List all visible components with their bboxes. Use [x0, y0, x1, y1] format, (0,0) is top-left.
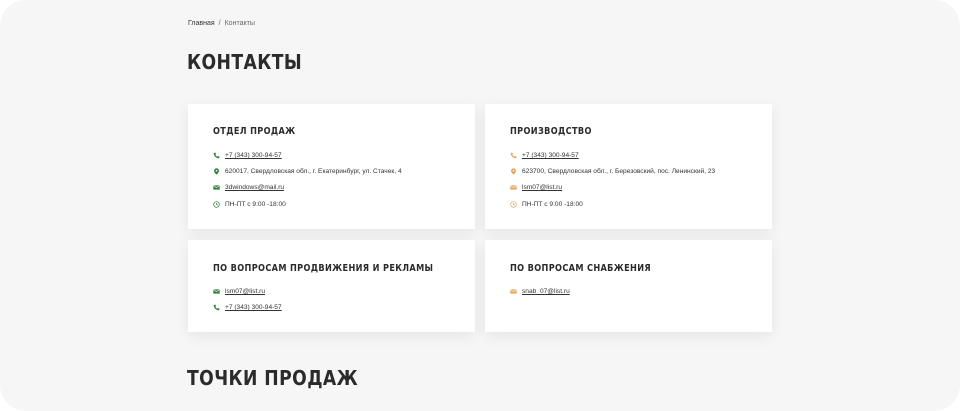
card-title: ПРОИЗВОДСТВО: [510, 126, 592, 137]
location-pin-icon: [213, 168, 220, 175]
card-production: ПРОИЗВОДСТВО +7 (343) 300-94-57 623700, …: [485, 104, 772, 229]
email-link[interactable]: lsm07@list.ru: [522, 184, 562, 191]
mail-icon: [510, 288, 517, 295]
phone-row: +7 (343) 300-94-57: [213, 152, 282, 159]
phone-icon: [213, 304, 220, 311]
hours-text: ПН-ПТ с 9:00 -18:00: [522, 201, 583, 208]
phone-link[interactable]: +7 (343) 300-94-57: [522, 152, 579, 159]
phone-link[interactable]: +7 (343) 300-94-57: [225, 152, 282, 159]
email-link[interactable]: lsm07@list.ru: [225, 288, 265, 295]
address-row: 623700, Свердловская обл., г. Березовски…: [510, 168, 715, 175]
email-row: lsm07@list.ru: [213, 288, 265, 295]
address-row: 620017, Свердловская обл., г. Екатеринбу…: [213, 168, 402, 175]
phone-row: +7 (343) 300-94-57: [213, 304, 282, 311]
section-title-sales-points: ТОЧКИ ПРОДАЖ: [187, 366, 359, 390]
card-title: ПО ВОПРОСАМ ПРОДВИЖЕНИЯ И РЕКЛАМЫ: [213, 263, 434, 274]
card-sales-department: ОТДЕЛ ПРОДАЖ +7 (343) 300-94-57 620017, …: [188, 104, 475, 229]
phone-icon: [213, 152, 220, 159]
location-pin-icon: [510, 168, 517, 175]
clock-icon: [510, 201, 517, 208]
hours-text: ПН-ПТ с 9:00 -18:00: [225, 201, 286, 208]
phone-row: +7 (343) 300-94-57: [510, 152, 579, 159]
card-procurement: ПО ВОПРОСАМ СНАБЖЕНИЯ snab_07@list.ru: [485, 240, 772, 332]
hours-row: ПН-ПТ с 9:00 -18:00: [213, 201, 286, 208]
page: Главная / Контакты КОНТАКТЫ ОТДЕЛ ПРОДАЖ…: [0, 0, 960, 411]
mail-icon: [213, 184, 220, 191]
card-title: ОТДЕЛ ПРОДАЖ: [213, 126, 296, 137]
page-title: КОНТАКТЫ: [187, 50, 303, 74]
address-text: 623700, Свердловская обл., г. Березовски…: [522, 168, 716, 175]
breadcrumb: Главная / Контакты: [188, 20, 255, 27]
mail-icon: [510, 184, 517, 191]
clock-icon: [213, 201, 220, 208]
email-row: 3dwindows@mail.ru: [213, 184, 284, 191]
email-row: snab_07@list.ru: [510, 288, 570, 295]
phone-icon: [510, 152, 517, 159]
email-link[interactable]: 3dwindows@mail.ru: [225, 184, 284, 191]
hours-row: ПН-ПТ с 9:00 -18:00: [510, 201, 583, 208]
card-promotion-advertising: ПО ВОПРОСАМ ПРОДВИЖЕНИЯ И РЕКЛАМЫ lsm07@…: [188, 240, 475, 332]
breadcrumb-home-link[interactable]: Главная: [188, 20, 215, 27]
email-link[interactable]: snab_07@list.ru: [522, 288, 570, 295]
phone-link[interactable]: +7 (343) 300-94-57: [225, 304, 282, 311]
mail-icon: [213, 288, 220, 295]
card-title: ПО ВОПРОСАМ СНАБЖЕНИЯ: [510, 263, 652, 274]
email-row: lsm07@list.ru: [510, 184, 562, 191]
breadcrumb-separator: /: [218, 20, 221, 27]
breadcrumb-current: Контакты: [224, 20, 255, 27]
address-text: 620017, Свердловская обл., г. Екатеринбу…: [225, 168, 402, 175]
